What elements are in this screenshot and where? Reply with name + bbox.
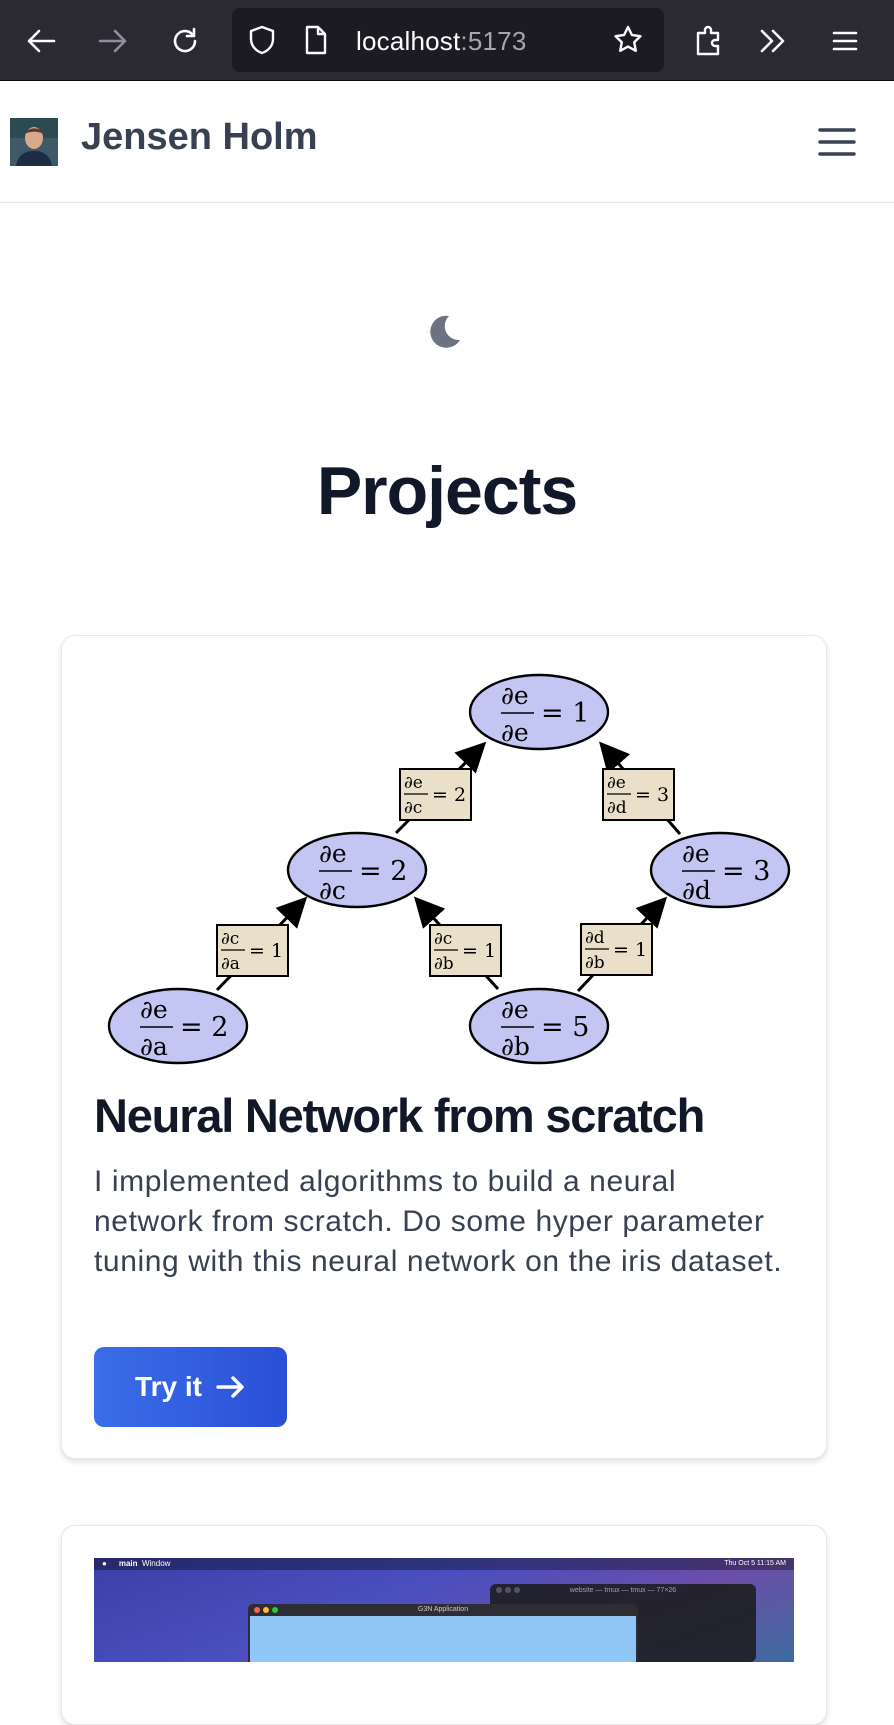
svg-text:∂a: ∂a bbox=[140, 1032, 168, 1061]
svg-text:= 1: = 1 bbox=[249, 940, 283, 962]
menu-icon bbox=[832, 31, 858, 51]
svg-text:= 2: = 2 bbox=[180, 1012, 228, 1043]
app-menu-button[interactable] bbox=[822, 18, 868, 64]
svg-text:= 1: = 1 bbox=[462, 940, 496, 962]
hamburger-icon bbox=[818, 128, 856, 156]
edge-label-de: ∂e ∂d = 3 bbox=[602, 768, 675, 821]
svg-text:= 1: = 1 bbox=[541, 698, 589, 729]
svg-text:∂e: ∂e bbox=[501, 718, 529, 747]
svg-text:∂e: ∂e bbox=[607, 773, 626, 793]
bookmark-star-icon[interactable] bbox=[612, 24, 644, 56]
overflow-button[interactable] bbox=[750, 18, 796, 64]
graph-node-b: ∂e ∂b = 5 bbox=[468, 987, 610, 1065]
svg-text:∂d: ∂d bbox=[682, 876, 711, 905]
double-chevron-icon bbox=[760, 29, 785, 53]
edge-label-bd: ∂d ∂b = 1 bbox=[580, 923, 653, 976]
project-title: Neural Network from scratch bbox=[94, 1089, 705, 1142]
screenshot-clock: Thu Oct 5 11:15 AM bbox=[724, 1560, 786, 1567]
svg-text:= 3: = 3 bbox=[722, 856, 770, 887]
svg-text:= 3: = 3 bbox=[635, 784, 669, 806]
back-button[interactable] bbox=[18, 18, 64, 64]
computational-graph-image: ∂e ∂c = 2 ∂e ∂d = 3 ∂c ∂a = 1 ∂c ∂b = 1 … bbox=[107, 673, 791, 1065]
project-screenshot: ● main Window Thu Oct 5 11:15 AM website … bbox=[94, 1558, 794, 1662]
forward-button[interactable] bbox=[90, 18, 136, 64]
graph-node-d: ∂e ∂d = 3 bbox=[649, 831, 791, 909]
svg-text:∂b: ∂b bbox=[434, 954, 454, 974]
url-bar[interactable]: localhost:5173 bbox=[232, 8, 664, 72]
svg-text:∂b: ∂b bbox=[585, 953, 605, 973]
shield-icon bbox=[249, 25, 275, 55]
try-it-label: Try it bbox=[135, 1371, 202, 1402]
svg-text:∂d: ∂d bbox=[585, 928, 605, 948]
svg-text:∂c: ∂c bbox=[404, 798, 422, 818]
svg-text:= 1: = 1 bbox=[613, 939, 647, 961]
screenshot-app-window: G3N Application bbox=[248, 1604, 638, 1662]
edge-label-ce: ∂e ∂c = 2 bbox=[399, 768, 472, 821]
avatar[interactable] bbox=[10, 118, 58, 166]
screenshot-menubar: ● main Window Thu Oct 5 11:15 AM bbox=[94, 1558, 794, 1570]
svg-text:∂e: ∂e bbox=[682, 839, 710, 868]
profile-photo bbox=[10, 118, 58, 166]
puzzle-icon bbox=[696, 25, 720, 56]
theme-toggle-button[interactable] bbox=[424, 311, 464, 351]
arrow-left-icon bbox=[27, 29, 56, 53]
svg-text:∂e: ∂e bbox=[501, 681, 529, 710]
extensions-button[interactable] bbox=[686, 18, 732, 64]
svg-text:∂c: ∂c bbox=[319, 876, 346, 905]
svg-text:∂d: ∂d bbox=[607, 798, 627, 818]
page-icon bbox=[305, 25, 327, 55]
graph-node-c: ∂e ∂c = 2 bbox=[286, 831, 428, 909]
svg-text:= 2: = 2 bbox=[432, 784, 466, 806]
svg-text:∂e: ∂e bbox=[319, 839, 347, 868]
svg-text:∂c: ∂c bbox=[434, 929, 452, 949]
edge-label-ac: ∂c ∂a = 1 bbox=[216, 924, 289, 977]
reload-button[interactable] bbox=[162, 18, 208, 64]
edge-label-bc: ∂c ∂b = 1 bbox=[429, 924, 502, 977]
page-title: Projects bbox=[316, 453, 578, 529]
graph-node-e: ∂e ∂e = 1 bbox=[468, 673, 610, 751]
arrow-right-icon bbox=[216, 1376, 244, 1398]
browser-toolbar: localhost:5173 bbox=[0, 0, 894, 81]
url-text: localhost:5173 bbox=[356, 26, 527, 56]
apple-icon: ● bbox=[102, 1559, 107, 1568]
try-it-button[interactable]: Try it bbox=[94, 1347, 287, 1427]
svg-text:= 5: = 5 bbox=[541, 1012, 589, 1043]
reload-icon bbox=[173, 27, 197, 53]
project-description: I implemented algorithms to build a neur… bbox=[94, 1165, 783, 1278]
graph-node-a: ∂e ∂a = 2 bbox=[107, 987, 249, 1065]
arrow-right-icon bbox=[98, 29, 127, 53]
nav-menu-button[interactable] bbox=[818, 124, 856, 160]
svg-text:∂c: ∂c bbox=[221, 929, 239, 949]
svg-text:= 2: = 2 bbox=[359, 856, 407, 887]
svg-text:∂e: ∂e bbox=[140, 995, 168, 1024]
svg-text:∂b: ∂b bbox=[501, 1032, 530, 1061]
svg-text:∂a: ∂a bbox=[221, 954, 240, 974]
moon-icon bbox=[430, 315, 460, 348]
svg-text:∂e: ∂e bbox=[404, 773, 423, 793]
site-name[interactable]: Jensen Holm bbox=[81, 116, 318, 159]
svg-text:∂e: ∂e bbox=[501, 995, 529, 1024]
